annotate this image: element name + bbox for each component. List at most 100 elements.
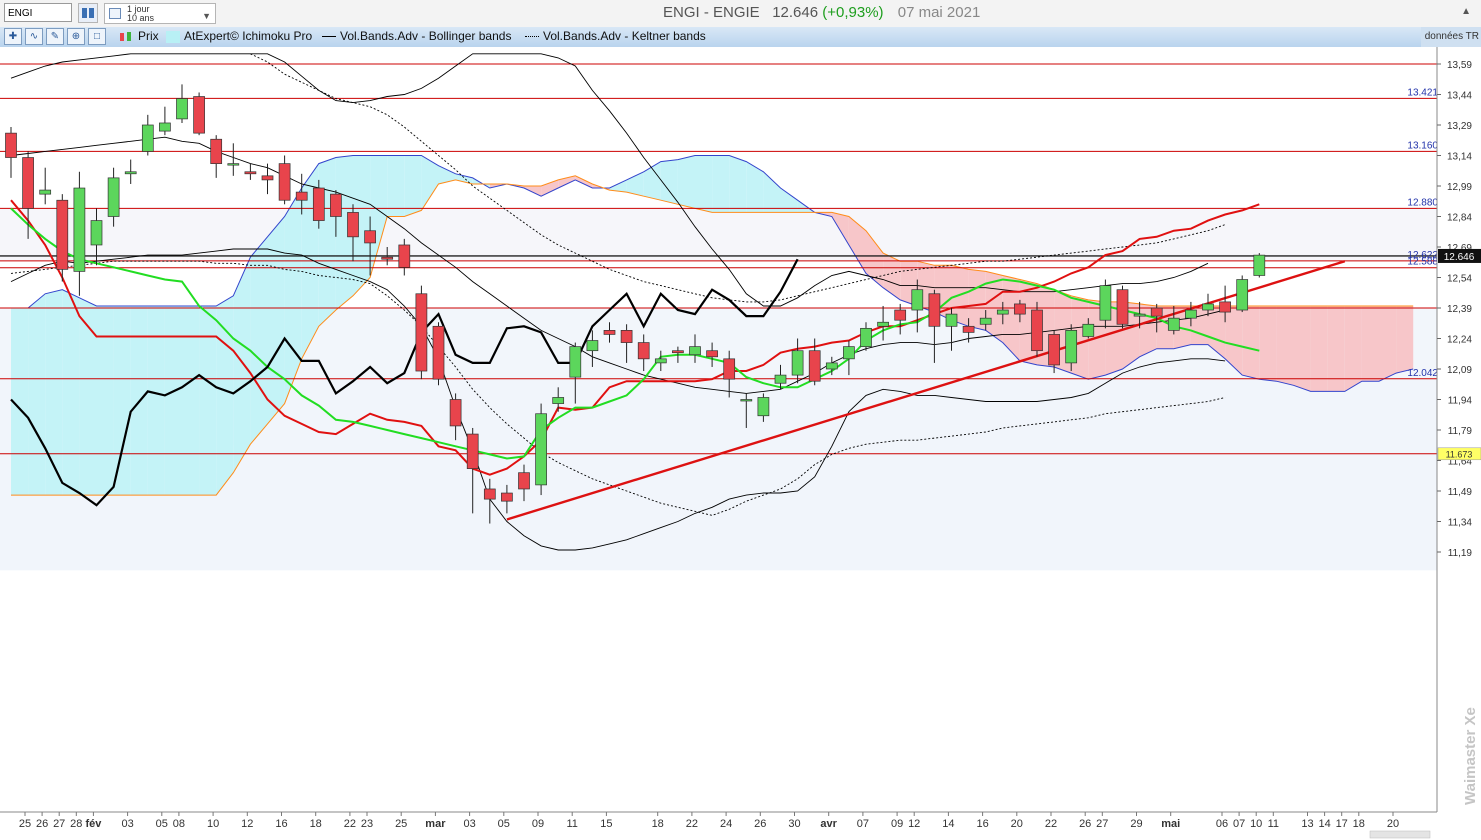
chevron-down-icon[interactable]: ▼ — [202, 12, 211, 21]
candlestick-icon — [120, 31, 131, 41]
cloud-segment — [695, 155, 713, 213]
instrument-date: 07 mai 2021 — [897, 4, 981, 21]
candle-body — [672, 350, 684, 354]
book-icon-glyph — [82, 8, 94, 18]
y-tick-label: 12,54 — [1447, 274, 1472, 285]
legend-bollinger[interactable]: Vol.Bands.Adv - Bollinger bands — [322, 29, 511, 43]
x-tick-label: 12 — [241, 818, 253, 830]
x-tick-label: 10 — [207, 818, 219, 830]
candle-body — [159, 122, 171, 132]
candle-body — [1133, 313, 1146, 317]
legend-bollinger-label: Vol.Bands.Adv - Bollinger bands — [340, 29, 512, 43]
candle-body — [586, 340, 599, 352]
candle-body — [1150, 307, 1163, 317]
x-tick-label: 03 — [121, 818, 133, 830]
crosshair-tool-icon[interactable]: ✚ — [4, 28, 22, 45]
data-type-label: données TR — [1421, 27, 1481, 47]
legend-keltner[interactable]: Vol.Bands.Adv - Keltner bands — [525, 29, 706, 43]
x-tick-label: 27 — [1096, 818, 1108, 830]
candle-body — [347, 212, 359, 238]
level-label: 12.042 — [1407, 368, 1438, 379]
y-tick-label: 12,09 — [1447, 365, 1472, 376]
candle-body — [996, 309, 1009, 315]
cloud-segment — [267, 216, 285, 424]
period-select[interactable]: 1 jour 10 ans ▼ — [104, 3, 216, 24]
y-tick-label: 12,39 — [1447, 304, 1472, 315]
level-label: 13.421 — [1407, 87, 1438, 98]
level-label: 13.160 — [1407, 140, 1438, 151]
brand-watermark: Waimaster Xe — [1462, 707, 1479, 805]
x-tick-label: 06 — [1216, 818, 1228, 830]
candle-body — [1065, 330, 1078, 364]
x-tick-label: 09 — [891, 818, 903, 830]
candle-body — [141, 124, 154, 152]
last-price-badge-label: 12.646 — [1444, 252, 1475, 263]
cloud-segment — [96, 306, 114, 496]
candle-body — [552, 397, 565, 404]
cloud-segment — [1379, 306, 1397, 382]
candle-body — [757, 397, 770, 417]
candle-body — [1014, 303, 1026, 315]
legend-ichimoku[interactable]: AtExpert© Ichimoku Pro — [166, 29, 312, 43]
legend-ichimoku-label: AtExpert© Ichimoku Pro — [184, 29, 313, 43]
candle-body — [1031, 309, 1043, 352]
candle-body — [227, 163, 240, 166]
x-tick-label: mai — [1161, 818, 1180, 830]
candle-body — [535, 413, 547, 486]
x-tick-label: fév — [85, 818, 102, 830]
zoom-tool-icon[interactable]: ⊕ — [67, 28, 85, 45]
candle-body — [295, 191, 308, 201]
candle-body — [740, 399, 753, 402]
book-icon[interactable] — [78, 3, 98, 23]
candle-body — [979, 317, 992, 325]
y-tick-label: 11,19 — [1448, 548, 1473, 559]
drawing-tool-icon[interactable]: ✎ — [46, 28, 64, 45]
x-tick-label: 18 — [652, 818, 664, 830]
legend-price[interactable]: Prix — [118, 29, 159, 44]
candle-body — [73, 187, 86, 272]
candle-body — [124, 171, 137, 175]
candle-body — [689, 346, 701, 356]
x-tick-label: 11 — [1268, 818, 1279, 830]
x-tick-label: 18 — [1353, 818, 1365, 830]
x-tick-label: 13 — [1301, 818, 1313, 830]
x-tick-label: avr — [820, 818, 837, 830]
candle-body — [603, 330, 616, 335]
cloud-segment — [164, 306, 182, 496]
x-tick-label: 11 — [566, 818, 577, 830]
x-tick-label: 07 — [857, 818, 869, 830]
price-chart[interactable]: 13.42113.16012.88012.62212.58812.04213,5… — [0, 47, 1481, 840]
x-tick-label: 07 — [1233, 818, 1245, 830]
x-tick-label: 23 — [361, 818, 373, 830]
level-label: 12.880 — [1407, 197, 1438, 208]
candle-body — [843, 346, 855, 360]
candle-body — [176, 98, 188, 120]
scroll-up-arrow-icon[interactable]: ▲ — [1461, 6, 1471, 17]
x-tick-label: 22 — [1045, 818, 1057, 830]
x-tick-label: 22 — [344, 818, 356, 830]
cloud-segment — [182, 306, 200, 496]
cloud-segment — [712, 155, 730, 213]
x-tick-label: 28 — [70, 818, 82, 830]
symbol-input[interactable]: ENGI — [4, 3, 72, 22]
candle-body — [928, 293, 941, 327]
cloud-segment — [62, 289, 80, 496]
x-tick-label: 03 — [463, 818, 475, 830]
x-tick-label: 17 — [1336, 818, 1348, 830]
candle-body — [1167, 317, 1180, 331]
cloud-segment — [404, 155, 422, 217]
frame-tool-icon[interactable]: □ — [88, 28, 106, 45]
candle-body — [261, 175, 274, 181]
candle-body — [210, 138, 223, 164]
wave-tool-icon[interactable]: ∿ — [25, 28, 43, 45]
y-tick-label: 12,24 — [1447, 335, 1472, 346]
x-tick-label: 27 — [53, 818, 65, 830]
cloud-swatch-icon — [166, 30, 180, 43]
x-tick-label: 09 — [532, 818, 544, 830]
x-tick-label: mar — [425, 818, 446, 830]
candle-body — [56, 199, 69, 270]
y-tick-label: 11,94 — [1448, 396, 1473, 407]
x-tick-label: 16 — [976, 818, 988, 830]
candle-body — [945, 313, 958, 327]
x-tick-label: 26 — [36, 818, 48, 830]
